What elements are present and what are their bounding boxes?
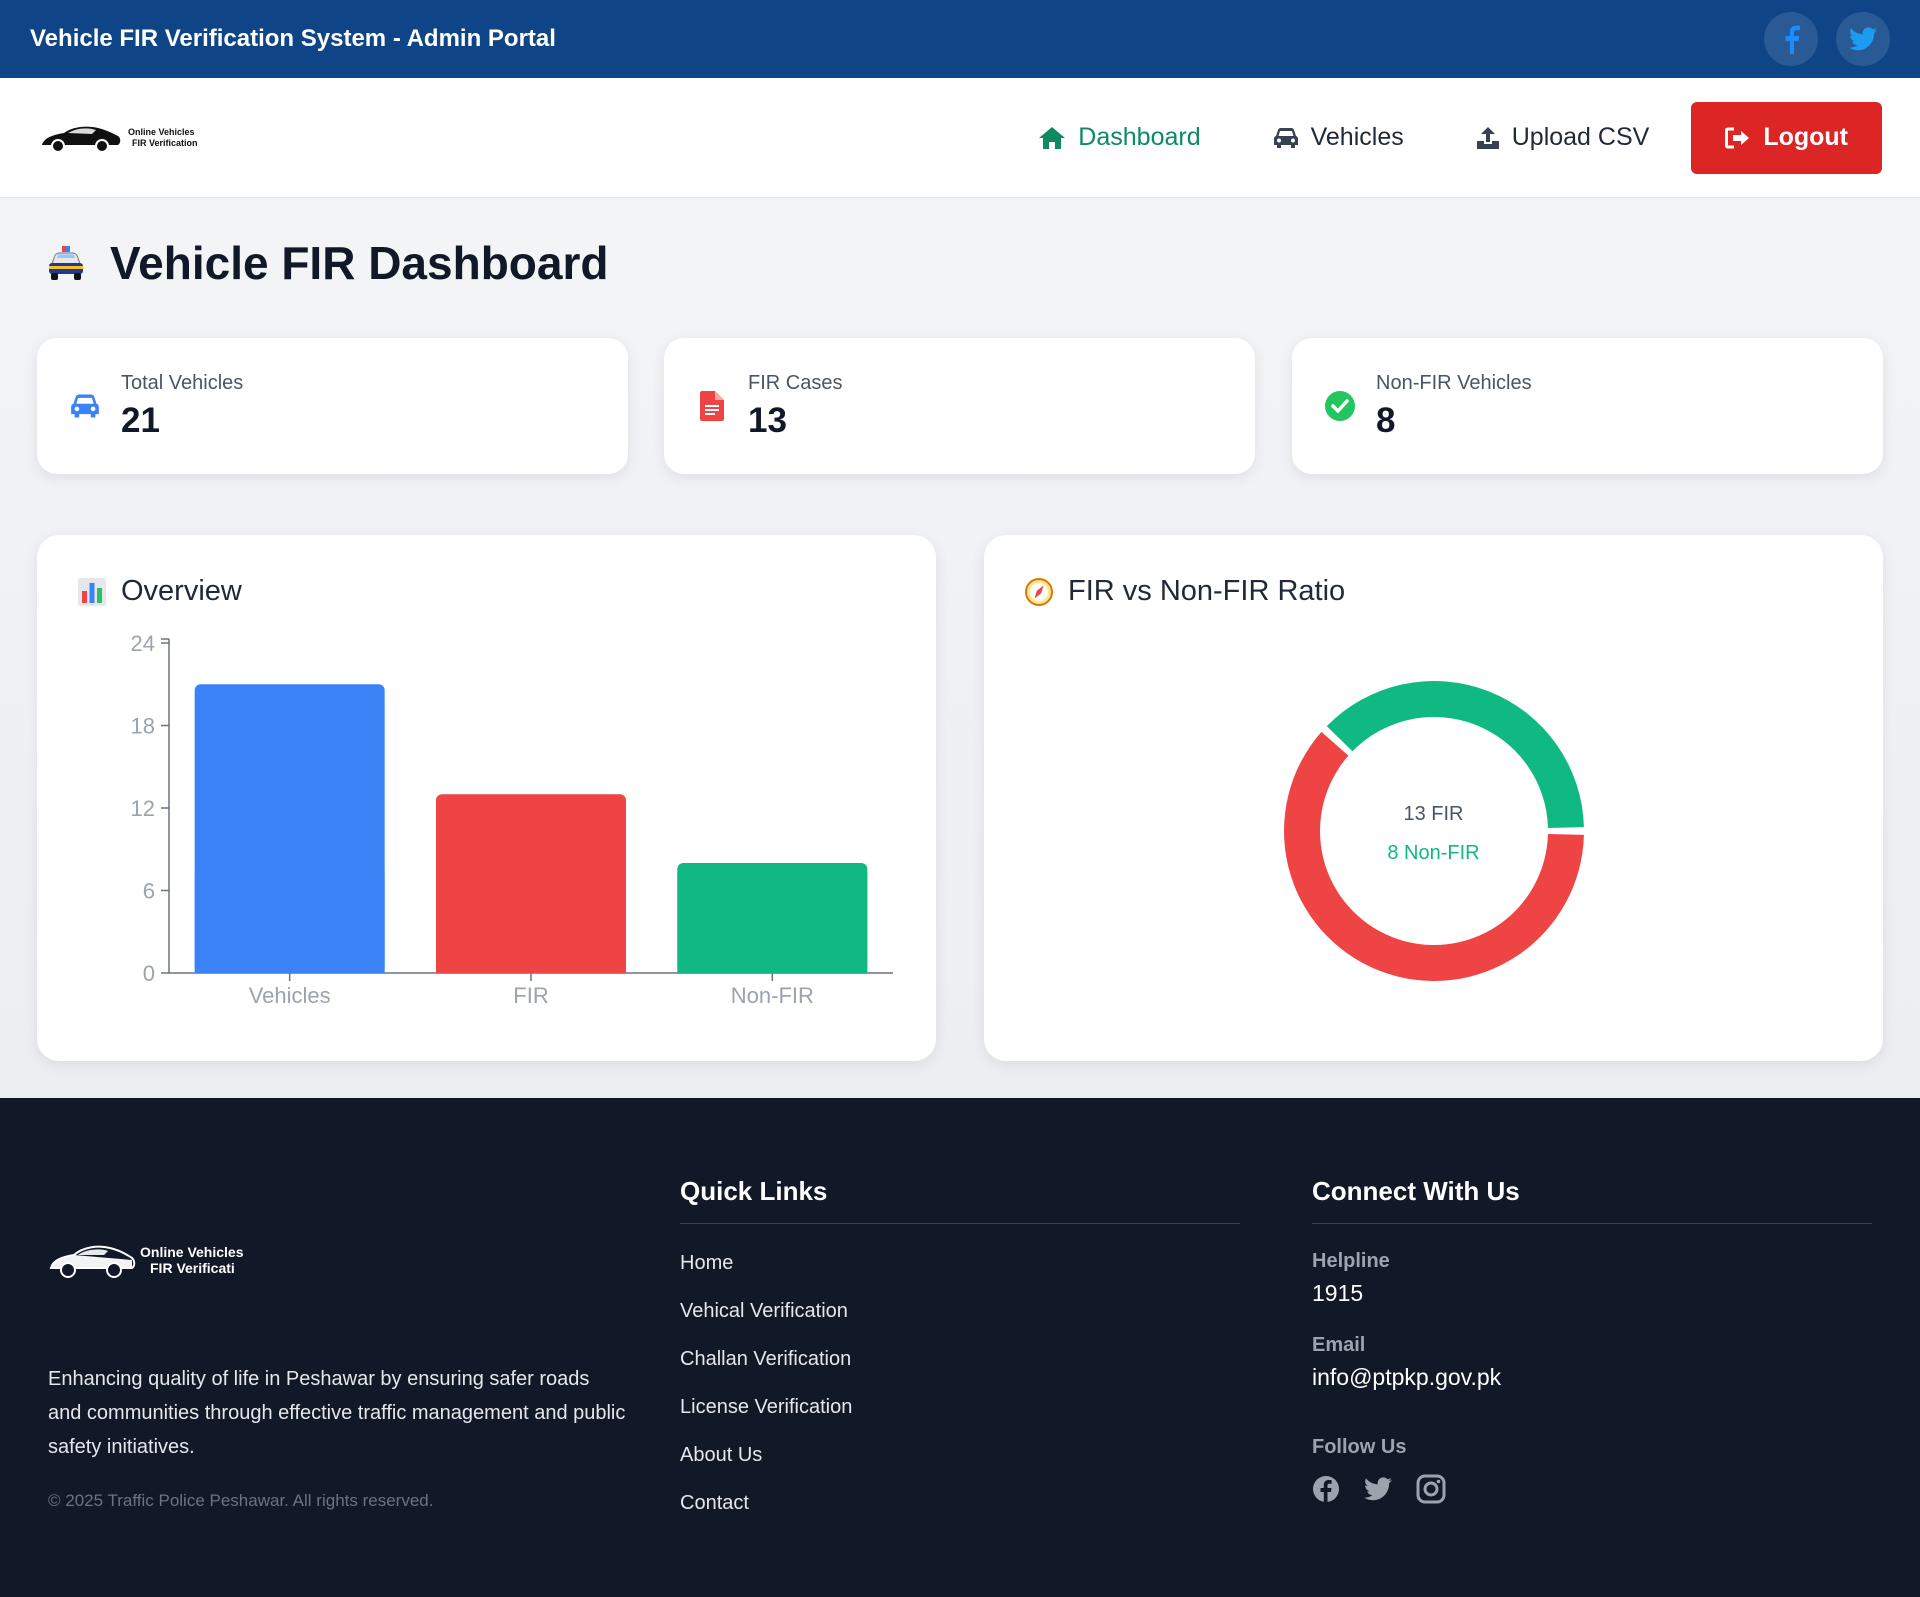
- footer-quick-links: Quick Links Home Vehical Verification Ch…: [680, 1176, 1240, 1514]
- email-label: Email: [1312, 1334, 1366, 1356]
- twitter-button[interactable]: [1836, 12, 1890, 66]
- check-circle-icon: [1325, 391, 1355, 421]
- stat-value: 21: [121, 400, 160, 440]
- y-tick-label: 12: [131, 796, 155, 821]
- stat-label: Total Vehicles: [121, 371, 244, 394]
- brand-line-1: Online Vehicles: [128, 126, 195, 137]
- stat-card-non-fir: Non-FIR Vehicles 8: [1292, 338, 1883, 474]
- instagram-icon[interactable]: [1416, 1474, 1446, 1504]
- nav-upload-label: Upload CSV: [1511, 123, 1650, 151]
- page-title: Vehicle FIR Dashboard: [46, 236, 608, 290]
- non-fir-count-label: 8 Non-FIR: [1387, 842, 1480, 864]
- email-value[interactable]: info@ptpkp.gov.pk: [1312, 1364, 1501, 1391]
- stat-value: 13: [748, 400, 787, 440]
- police-car-icon: [49, 246, 83, 280]
- car-logo-icon: [49, 1245, 136, 1278]
- footer-link-home[interactable]: Home: [680, 1252, 733, 1275]
- overview-panel: Overview 0 6 12 18 24 Vehicles FIR Non-FIR: [37, 535, 936, 1061]
- stat-label: Non-FIR Vehicles: [1376, 371, 1532, 394]
- nav-upload-csv[interactable]: Upload CSV: [1440, 102, 1686, 174]
- nav-vehicles-label: Vehicles: [1310, 123, 1404, 151]
- bar-base: [436, 873, 626, 973]
- footer-link-license-verification[interactable]: License Verification: [680, 1396, 852, 1419]
- y-tick-label: 24: [131, 631, 155, 656]
- ratio-donut-chart: [1284, 681, 1584, 982]
- brand-line-2: FIR Verification: [132, 137, 198, 148]
- facebook-icon: [1785, 25, 1800, 54]
- ratio-panel: FIR vs Non-FIR Ratio 13 FIR 8 Non-FIR: [984, 535, 1883, 1061]
- main-navbar: Online Vehicles FIR Verification Dashboa…: [0, 78, 1920, 198]
- upload-icon: [1476, 126, 1499, 149]
- footer-copyright: © 2025 Traffic Police Peshawar. All righ…: [48, 1491, 434, 1510]
- fir-count-label: 13 FIR: [1403, 803, 1464, 825]
- footer-social-icons: [1312, 1474, 1446, 1504]
- car-icon: [71, 394, 99, 418]
- y-tick-label: 0: [143, 961, 155, 986]
- nav-vehicles[interactable]: Vehicles: [1237, 102, 1440, 174]
- home-icon: [1039, 126, 1066, 149]
- top-social-links: [1764, 12, 1890, 66]
- quick-links-title: Quick Links: [680, 1176, 1240, 1224]
- footer: Online Vehicles FIR Verificatio Enhancin…: [0, 1098, 1920, 1597]
- helpline-value: 1915: [1312, 1280, 1364, 1306]
- car-logo-icon: [42, 126, 121, 153]
- stat-label: FIR Cases: [748, 371, 843, 394]
- facebook-icon[interactable]: [1312, 1475, 1340, 1503]
- stat-value: 8: [1376, 400, 1396, 440]
- file-icon: [700, 391, 724, 421]
- page-heading: Vehicle FIR Dashboard: [110, 237, 609, 289]
- footer-link-challan-verification[interactable]: Challan Verification: [680, 1348, 851, 1371]
- facebook-button[interactable]: [1764, 12, 1818, 66]
- car-icon: [1273, 127, 1298, 148]
- sign-out-icon: [1725, 127, 1750, 148]
- footer-link-contact[interactable]: Contact: [680, 1492, 749, 1515]
- y-tick-label: 18: [131, 714, 155, 739]
- footer-link-vehicle-verification[interactable]: Vehical Verification: [680, 1300, 848, 1323]
- footer-connect: Connect With Us Helpline 1915 Email info…: [1312, 1176, 1872, 1504]
- connect-title: Connect With Us: [1312, 1176, 1872, 1224]
- x-tick-label: Non-FIR: [731, 983, 814, 1008]
- helpline-label: Helpline: [1312, 1250, 1390, 1272]
- footer-description: Enhancing quality of life in Peshawar by…: [48, 1368, 626, 1458]
- footer-brand-line-1: Online Vehicles: [140, 1244, 244, 1260]
- footer-link-about-us[interactable]: About Us: [680, 1444, 762, 1467]
- bar-base: [194, 873, 385, 973]
- footer-logo: Online Vehicles FIR Verificatio: [48, 1238, 244, 1282]
- y-tick-label: 6: [143, 879, 155, 904]
- logout-label: Logout: [1763, 123, 1848, 151]
- twitter-icon: [1849, 27, 1877, 51]
- stat-card-fir-cases: FIR Cases 13: [664, 338, 1255, 474]
- brand-logo[interactable]: Online Vehicles FIR Verification: [38, 121, 198, 155]
- x-tick-label: Vehicles: [249, 983, 331, 1008]
- overview-bar-chart: 0 6 12 18 24 Vehicles FIR Non-FIR: [131, 631, 893, 1008]
- nav-dashboard[interactable]: Dashboard: [1002, 102, 1236, 174]
- twitter-icon[interactable]: [1364, 1477, 1392, 1501]
- footer-brand-line-2: FIR Verificatio: [150, 1260, 234, 1276]
- portal-title: Vehicle FIR Verification System - Admin …: [30, 25, 556, 52]
- follow-label: Follow Us: [1312, 1436, 1407, 1458]
- bar-base: [677, 873, 868, 973]
- nav-dashboard-label: Dashboard: [1078, 123, 1201, 151]
- x-tick-label: FIR: [513, 983, 548, 1008]
- logout-button[interactable]: Logout: [1691, 101, 1882, 174]
- top-bar: Vehicle FIR Verification System - Admin …: [0, 0, 1920, 78]
- stat-card-total-vehicles: Total Vehicles 21: [37, 338, 628, 474]
- nav-links: Dashboard Vehicles Upload CSV Logout: [1002, 101, 1882, 174]
